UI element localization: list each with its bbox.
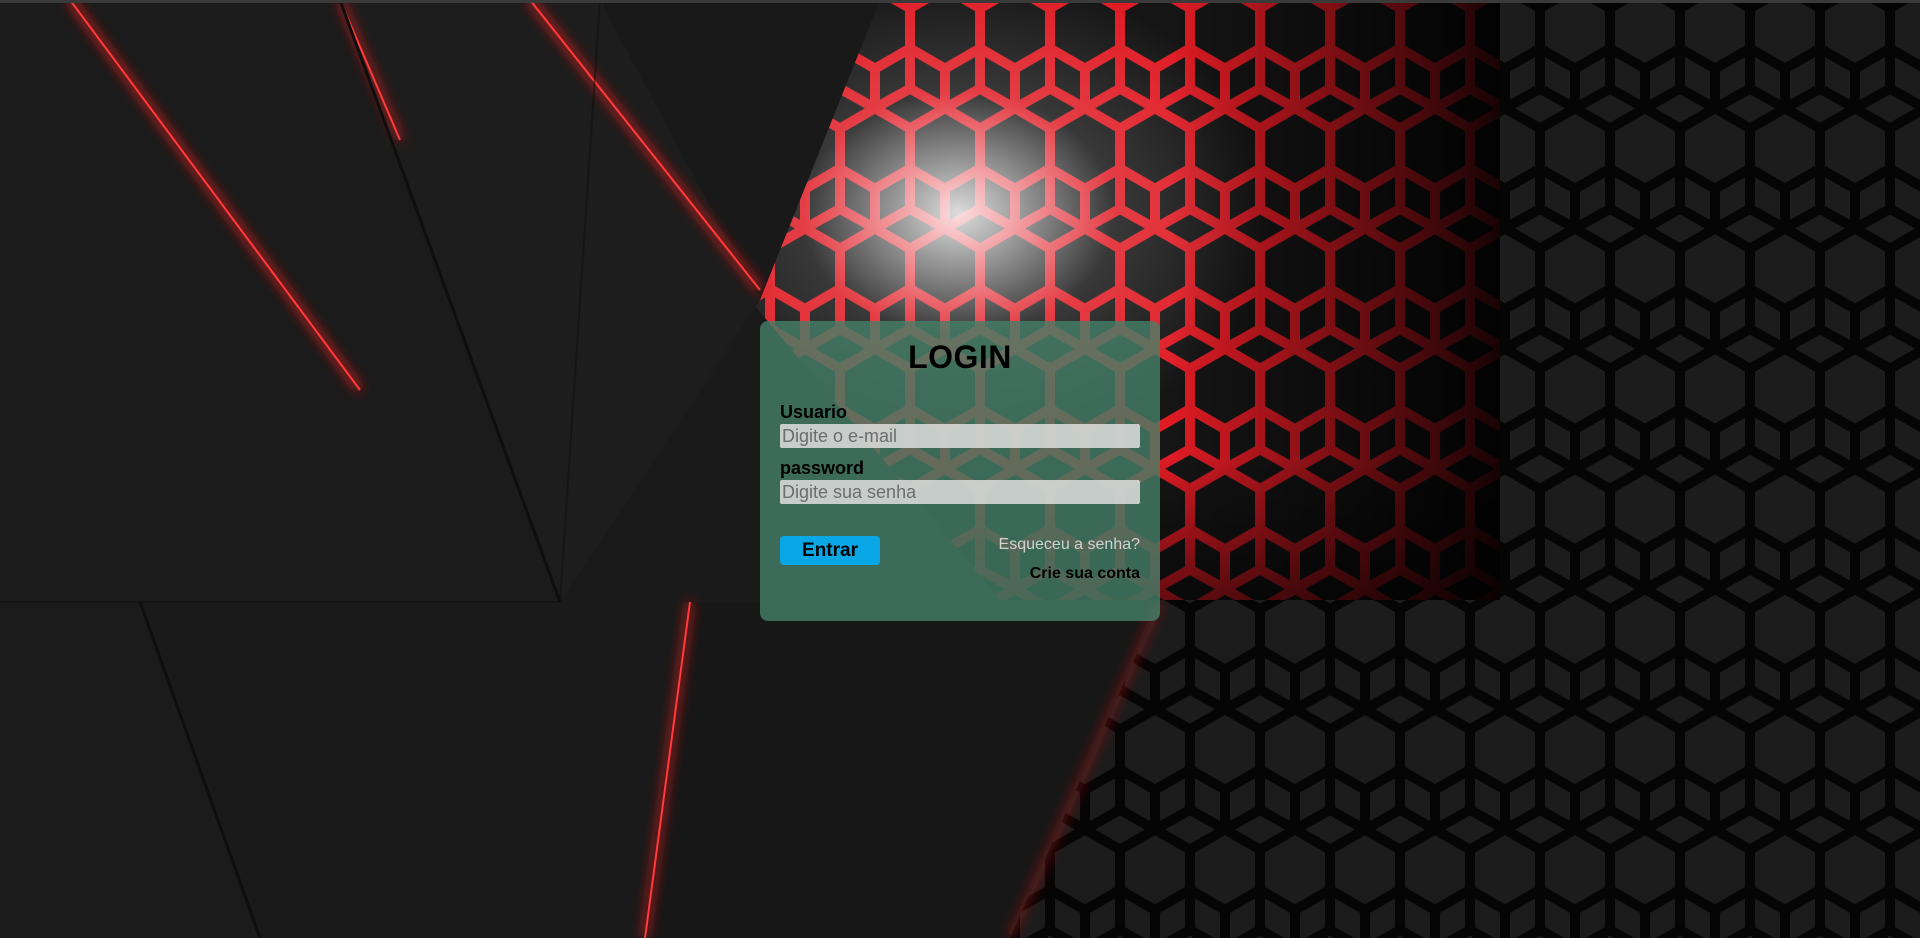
password-field[interactable] <box>780 480 1140 504</box>
password-label: password <box>780 458 865 478</box>
create-account-link[interactable]: Crie sua conta <box>1030 565 1140 583</box>
login-card: LOGIN Usuario password Entrar Esqueceu a… <box>760 321 1160 621</box>
forgot-password-link[interactable]: Esqueceu a senha? <box>999 536 1140 554</box>
user-label: Usuario <box>780 402 848 422</box>
login-title: LOGIN <box>908 339 1012 375</box>
entrar-button[interactable]: Entrar <box>780 536 880 565</box>
email-field[interactable] <box>780 424 1140 448</box>
top-border <box>0 0 1920 3</box>
